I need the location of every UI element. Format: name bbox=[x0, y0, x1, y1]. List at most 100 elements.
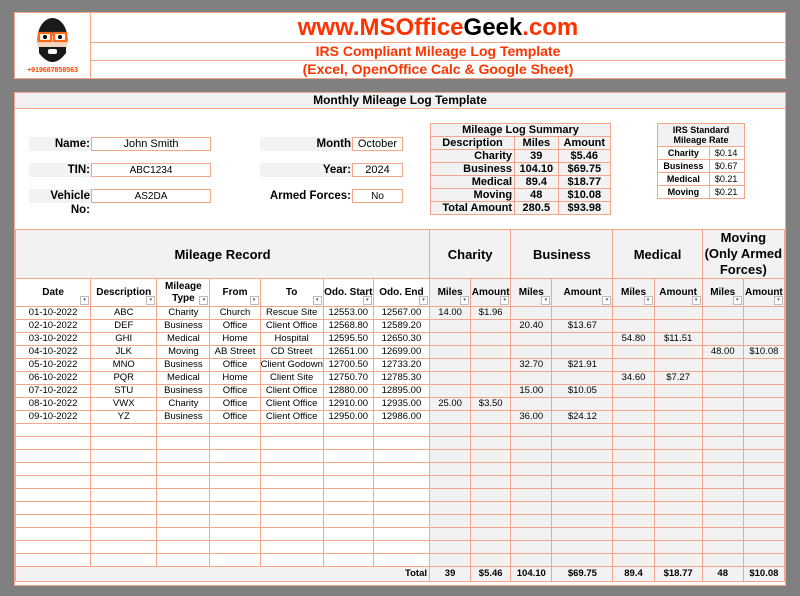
table-cell[interactable] bbox=[429, 501, 472, 515]
table-cell[interactable] bbox=[209, 527, 261, 541]
table-cell[interactable] bbox=[653, 423, 703, 437]
table-cell[interactable]: 12733.20 bbox=[372, 358, 431, 372]
table-cell[interactable]: DEF bbox=[90, 319, 158, 333]
table-cell[interactable]: 54.80 bbox=[612, 332, 655, 346]
table-cell[interactable]: STU bbox=[90, 384, 158, 398]
table-cell[interactable]: Business bbox=[156, 319, 211, 333]
table-cell[interactable] bbox=[612, 358, 655, 372]
table-cell[interactable]: 36.00 bbox=[510, 410, 553, 424]
table-cell[interactable] bbox=[653, 527, 703, 541]
filter-dropdown-icon[interactable]: ▾ bbox=[249, 296, 259, 305]
table-cell[interactable] bbox=[510, 527, 553, 541]
table-cell[interactable] bbox=[259, 436, 324, 450]
table-cell[interactable] bbox=[429, 332, 472, 346]
table-cell[interactable] bbox=[742, 488, 786, 502]
table-cell[interactable] bbox=[429, 410, 472, 424]
table-cell[interactable]: MNO bbox=[90, 358, 158, 372]
table-cell[interactable] bbox=[551, 371, 614, 385]
table-cell[interactable] bbox=[701, 553, 744, 567]
filter-dropdown-icon[interactable]: ▾ bbox=[643, 296, 653, 305]
filter-dropdown-icon[interactable]: ▾ bbox=[419, 296, 429, 305]
filter-dropdown-icon[interactable]: ▾ bbox=[460, 296, 470, 305]
table-cell[interactable] bbox=[372, 540, 431, 554]
table-cell[interactable] bbox=[701, 462, 744, 476]
table-cell[interactable] bbox=[429, 475, 472, 489]
table-cell[interactable]: Client Office bbox=[259, 397, 324, 411]
table-cell[interactable] bbox=[90, 436, 158, 450]
table-cell[interactable] bbox=[612, 540, 655, 554]
name-field[interactable]: John Smith bbox=[91, 137, 211, 151]
table-cell[interactable]: Client Office bbox=[259, 410, 324, 424]
table-cell[interactable] bbox=[470, 514, 512, 528]
table-cell[interactable] bbox=[742, 410, 786, 424]
table-cell[interactable] bbox=[156, 488, 211, 502]
table-cell[interactable] bbox=[510, 306, 553, 320]
table-cell[interactable] bbox=[209, 462, 261, 476]
table-cell[interactable] bbox=[90, 488, 158, 502]
table-cell[interactable] bbox=[701, 514, 744, 528]
table-cell[interactable] bbox=[470, 410, 512, 424]
table-cell[interactable] bbox=[510, 462, 553, 476]
table-cell[interactable]: 20.40 bbox=[510, 319, 553, 333]
table-cell[interactable] bbox=[322, 436, 374, 450]
table-cell[interactable] bbox=[470, 475, 512, 489]
table-cell[interactable] bbox=[90, 514, 158, 528]
filter-dropdown-icon[interactable]: ▾ bbox=[312, 296, 322, 305]
table-cell[interactable] bbox=[742, 319, 786, 333]
table-cell[interactable] bbox=[429, 514, 472, 528]
armed-forces-field[interactable]: No bbox=[352, 189, 403, 203]
table-cell[interactable] bbox=[14, 475, 92, 489]
table-cell[interactable] bbox=[156, 553, 211, 567]
table-cell[interactable] bbox=[742, 540, 786, 554]
table-cell[interactable] bbox=[653, 514, 703, 528]
filter-dropdown-icon[interactable]: ▾ bbox=[774, 296, 783, 305]
table-cell[interactable] bbox=[653, 306, 703, 320]
table-cell[interactable]: Home bbox=[209, 371, 261, 385]
table-cell[interactable] bbox=[156, 527, 211, 541]
filter-dropdown-icon[interactable]: ▾ bbox=[500, 296, 510, 305]
table-cell[interactable] bbox=[372, 423, 431, 437]
table-cell[interactable]: Moving bbox=[156, 345, 211, 359]
table-cell[interactable] bbox=[209, 514, 261, 528]
table-cell[interactable] bbox=[156, 423, 211, 437]
table-cell[interactable]: 15.00 bbox=[510, 384, 553, 398]
table-cell[interactable] bbox=[701, 410, 744, 424]
table-cell[interactable] bbox=[429, 527, 472, 541]
table-cell[interactable] bbox=[90, 501, 158, 515]
table-cell[interactable] bbox=[612, 397, 655, 411]
table-cell[interactable]: 12700.50 bbox=[322, 358, 374, 372]
table-cell[interactable] bbox=[259, 553, 324, 567]
table-cell[interactable] bbox=[742, 514, 786, 528]
table-cell[interactable] bbox=[701, 475, 744, 489]
table-cell[interactable] bbox=[322, 475, 374, 489]
table-cell[interactable] bbox=[742, 358, 786, 372]
table-cell[interactable] bbox=[372, 527, 431, 541]
table-cell[interactable]: $24.12 bbox=[551, 410, 614, 424]
table-cell[interactable] bbox=[90, 553, 158, 567]
table-cell[interactable] bbox=[510, 397, 553, 411]
table-cell[interactable] bbox=[612, 475, 655, 489]
table-cell[interactable]: 32.70 bbox=[510, 358, 553, 372]
table-cell[interactable] bbox=[209, 436, 261, 450]
table-cell[interactable]: 25.00 bbox=[429, 397, 472, 411]
table-cell[interactable] bbox=[259, 527, 324, 541]
table-cell[interactable] bbox=[429, 462, 472, 476]
table-cell[interactable]: Hospital bbox=[259, 332, 324, 346]
table-cell[interactable] bbox=[742, 306, 786, 320]
table-cell[interactable] bbox=[259, 540, 324, 554]
table-cell[interactable] bbox=[470, 332, 512, 346]
table-cell[interactable]: 48.00 bbox=[701, 345, 744, 359]
table-cell[interactable] bbox=[701, 449, 744, 463]
month-field[interactable]: October bbox=[352, 137, 403, 151]
table-cell[interactable]: Office bbox=[209, 319, 261, 333]
tin-field[interactable]: ABC1234 bbox=[91, 163, 211, 177]
table-cell[interactable] bbox=[612, 345, 655, 359]
table-cell[interactable] bbox=[653, 488, 703, 502]
table-cell[interactable] bbox=[653, 449, 703, 463]
table-cell[interactable] bbox=[701, 527, 744, 541]
table-cell[interactable] bbox=[14, 501, 92, 515]
table-cell[interactable] bbox=[551, 501, 614, 515]
table-cell[interactable] bbox=[90, 462, 158, 476]
table-cell[interactable] bbox=[259, 423, 324, 437]
table-cell[interactable] bbox=[156, 514, 211, 528]
